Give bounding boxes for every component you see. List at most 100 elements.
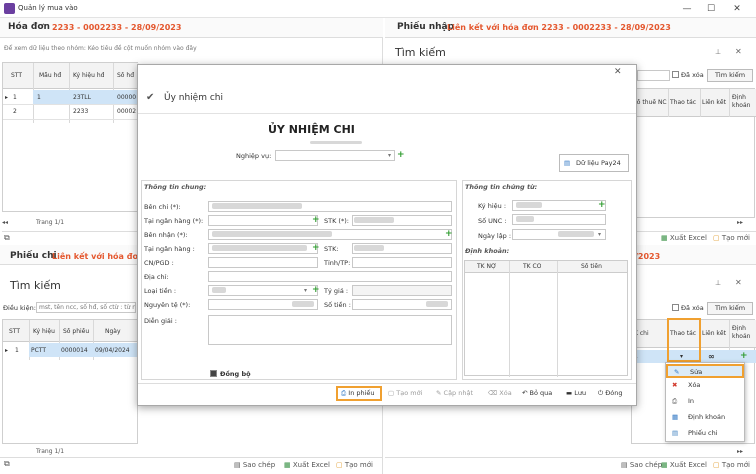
close-search-icon[interactable]: ✕ [735, 278, 742, 287]
payment-page: Trang 1/1 [36, 448, 65, 455]
nganhang1-input[interactable] [208, 215, 318, 226]
col-sothue[interactable]: Số thuế NC [633, 99, 667, 106]
lower-search-button[interactable]: Tìm kiếm [707, 302, 753, 315]
add-kyhieu-icon[interactable]: + [598, 201, 606, 210]
menu-item-accounting[interactable]: ▦ Định khoản [666, 411, 744, 424]
dropdown-icon[interactable]: ▾ [388, 152, 391, 159]
splitter-icon[interactable]: ⧉ [4, 233, 10, 243]
col-lienket[interactable]: Liên kết [702, 99, 726, 106]
col-kyhieu[interactable]: Ký hiệu hđ [73, 72, 104, 79]
app-icon [4, 3, 15, 14]
col-lienket[interactable]: Liên kết [702, 330, 726, 337]
new-button[interactable]: ▢ Tạo mới [388, 389, 422, 397]
add-currency-icon[interactable]: + [312, 286, 320, 295]
add-receiver-icon[interactable]: + [445, 230, 453, 239]
excel-icon: ▦ [661, 234, 668, 242]
delete-icon: ✖ [672, 381, 678, 389]
add-accounting-icon[interactable]: + [740, 352, 748, 361]
add-nghiepvu-icon[interactable]: + [397, 151, 405, 160]
nghiepvu-select[interactable] [275, 150, 395, 161]
col-mau[interactable]: Mẫu hđ [39, 72, 61, 79]
print-button[interactable]: ⎙ In phiếu [341, 389, 375, 398]
maximize-button[interactable]: ☐ [704, 3, 718, 15]
dropdown-icon[interactable]: ▾ [304, 287, 307, 294]
ngaylap-blur [558, 231, 594, 237]
deleted-checkbox[interactable] [672, 71, 679, 78]
tygia-input[interactable] [352, 285, 452, 296]
accounting-grid[interactable]: TK NỢ TK CÓ Số tiền [464, 260, 628, 377]
row2-kyhieu: 2233 [73, 108, 89, 115]
scroll-arrows-right[interactable]: ▸▸ [737, 448, 743, 455]
pay24-button[interactable]: ▤ Dữ liệu Pay24 [559, 154, 629, 172]
col-dinhkhoan[interactable]: Định khoản [732, 94, 754, 110]
minimize-button[interactable]: — [680, 3, 694, 15]
col-kyhieu[interactable]: Ký hiệu [33, 328, 55, 335]
col-tkno[interactable]: TK NỢ [477, 263, 496, 270]
pin-icon[interactable]: ⊥ [715, 279, 721, 287]
excel-icon: ▦ [661, 461, 668, 469]
update-button[interactable]: ✎ Cập nhật [436, 389, 473, 397]
copy-icon: ▤ [621, 461, 628, 469]
pin-icon[interactable]: ⊥ [715, 48, 721, 56]
stk2-label: STK: [324, 245, 339, 253]
receipt-search-button[interactable]: Tìm kiếm [707, 69, 753, 82]
lower-export-button[interactable]: ▦ Xuất Excel [661, 461, 707, 469]
sync-checkbox[interactable] [210, 370, 217, 377]
lower-copy-button[interactable]: ▤ Sao chép [621, 461, 662, 469]
add-bank1-icon[interactable]: + [312, 216, 320, 225]
diengiai-label: Diễn giải : [144, 317, 177, 325]
skip-button[interactable]: ↶ Bỏ qua [522, 389, 552, 397]
menu-item-edit[interactable]: ✎ Sửa [666, 364, 744, 378]
save-button[interactable]: ▬ Lưu [566, 389, 586, 397]
menu-item-print[interactable]: ⎙ In [666, 395, 744, 408]
condition-input[interactable]: mst, tên ncc, số hđ, số ctừ : từ n [36, 302, 136, 313]
payment-create-button[interactable]: ▢ Tạo mới [336, 461, 373, 469]
date-dropdown-icon[interactable]: ▾ [598, 231, 601, 238]
row2-stt: 2 [13, 108, 17, 115]
col-thaotac[interactable]: Thao tác [670, 99, 696, 106]
row1-stt: 1 [13, 94, 17, 101]
scroll-arrows[interactable]: ◂◂ [2, 219, 8, 226]
diengiai-textarea[interactable] [208, 315, 452, 345]
menu-item-payment[interactable]: ▤ Phiếu chi [666, 427, 744, 440]
prow-ngay: 09/04/2024 [95, 347, 130, 354]
add-bank2-icon[interactable]: + [312, 244, 320, 253]
close-button[interactable]: ⏻ Đóng [598, 389, 623, 398]
diachi-input[interactable] [208, 271, 452, 282]
col-sophieu[interactable]: Số phiếu [63, 328, 89, 335]
link-icon[interactable]: ∞ [708, 352, 715, 361]
delete-button[interactable]: ⌫ Xóa [488, 389, 512, 397]
col-stt[interactable]: STT [11, 72, 22, 79]
col-dinhkhoan[interactable]: Định khoản [732, 325, 754, 341]
menu-item-delete[interactable]: ✖ Xóa [666, 379, 744, 392]
row-expand-icon[interactable]: ▸ [5, 347, 8, 354]
payment-export-button[interactable]: ▦ Xuất Excel [284, 461, 330, 469]
col-tkco[interactable]: TK CÓ [523, 263, 541, 270]
nguyente-blur [292, 301, 314, 307]
receipt-grid[interactable]: Số thuế NC Thao tác Liên kết Định khoản [631, 88, 756, 218]
row2-so: 00002 [117, 108, 137, 115]
receipt-create-button[interactable]: ▢ Tạo mới [713, 234, 750, 242]
col-stt[interactable]: STT [9, 328, 20, 335]
cnpgd-input[interactable] [208, 257, 318, 268]
col-so[interactable]: Số hđ [117, 72, 134, 79]
receipt-search-input[interactable] [637, 70, 670, 81]
lower-create-button[interactable]: ▢ Tạo mới [713, 461, 750, 469]
payment-order-dialog: ✔ Ủy nhiệm chi ✕ ỦY NHIỆM CHI Nghiệp vụ:… [137, 64, 637, 406]
invoice-grid[interactable]: STT Mẫu hđ Ký hiệu hđ Số hđ ▸ 1 1 23TLL … [2, 62, 139, 212]
receipt-export-button[interactable]: ▦ Xuất Excel [661, 234, 707, 242]
row-expand-icon[interactable]: ▸ [5, 94, 8, 101]
scroll-arrows-right[interactable]: ▸▸ [737, 219, 743, 226]
close-search-icon[interactable]: ✕ [735, 47, 742, 56]
payment-grid[interactable]: STT Ký hiệu Số phiếu Ngày ▸ 1 PCTT 00000… [2, 319, 139, 444]
payment-copy-button[interactable]: ▤ Sao chép [234, 461, 275, 469]
new-icon: ▢ [388, 389, 395, 397]
tinhtp-input[interactable] [352, 257, 452, 268]
stk1-label: STK (*): [324, 217, 349, 225]
splitter-icon[interactable]: ⧉ [4, 459, 10, 469]
dialog-close-button[interactable]: ✕ [614, 67, 622, 77]
close-window-button[interactable]: ✕ [730, 3, 744, 15]
col-ngay[interactable]: Ngày [105, 328, 121, 335]
deleted-checkbox[interactable] [672, 304, 679, 311]
col-sotien[interactable]: Số tiền [581, 263, 602, 270]
